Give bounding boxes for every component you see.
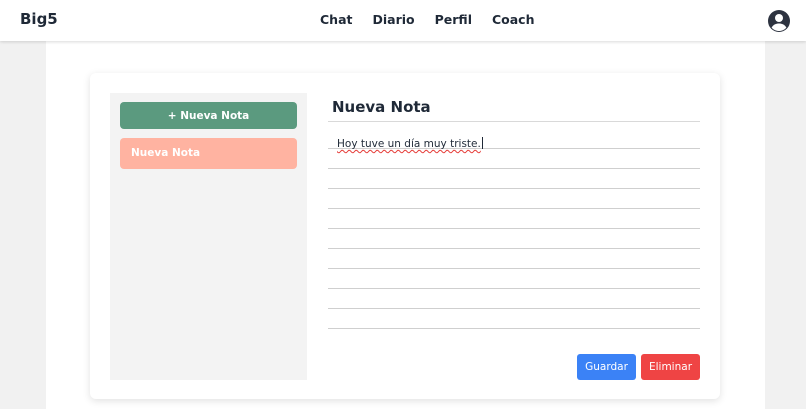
note-lined-area[interactable] <box>328 129 700 335</box>
user-circle-icon[interactable] <box>767 9 791 33</box>
save-button[interactable]: Guardar <box>577 354 636 380</box>
top-navbar: Big5 Chat Diario Perfil Coach <box>0 0 806 41</box>
main-nav: Chat Diario Perfil Coach <box>320 12 555 27</box>
nav-link-diario[interactable]: Diario <box>372 12 414 27</box>
note-content-input[interactable]: Hoy tuve un día muy triste. <box>337 137 483 150</box>
new-note-button[interactable]: + Nueva Nota <box>120 102 297 129</box>
nav-link-coach[interactable]: Coach <box>492 12 535 27</box>
brand-logo[interactable]: Big5 <box>20 10 58 28</box>
notes-sidebar: + Nueva Nota Nueva Nota <box>110 93 307 380</box>
text-caret <box>481 137 483 149</box>
nav-link-perfil[interactable]: Perfil <box>435 12 472 27</box>
nav-link-chat[interactable]: Chat <box>320 12 352 27</box>
title-divider <box>328 121 700 122</box>
note-list-item[interactable]: Nueva Nota <box>120 138 297 169</box>
note-title[interactable]: Nueva Nota <box>332 98 431 116</box>
note-content-text: Hoy tuve un día muy triste. <box>337 138 481 150</box>
notes-card: + Nueva Nota Nueva Nota Nueva Nota Hoy t… <box>90 73 720 399</box>
delete-button[interactable]: Eliminar <box>641 354 700 380</box>
